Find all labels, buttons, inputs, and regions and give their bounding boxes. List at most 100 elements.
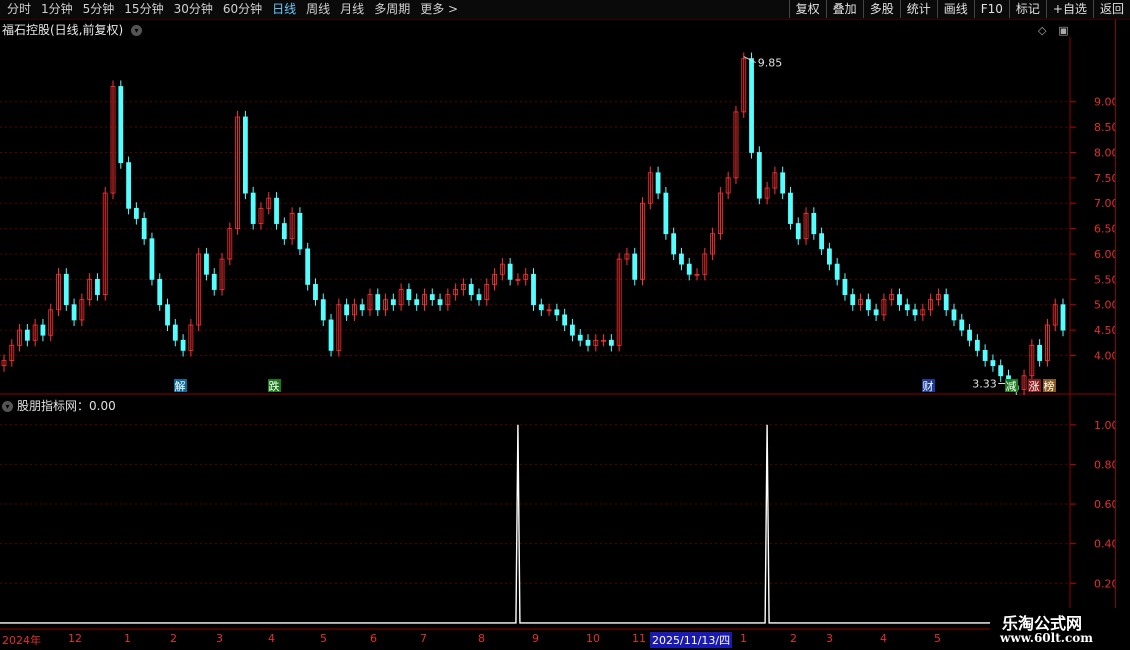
- action-button-4[interactable]: 画线: [936, 0, 974, 18]
- indicator-tick-label: 0.80: [1094, 458, 1115, 471]
- candle-body: [165, 304, 170, 326]
- candle-body: [585, 339, 591, 346]
- action-button-3[interactable]: 统计: [899, 0, 937, 18]
- low-label: 3.33: [972, 377, 997, 390]
- period-tab-2[interactable]: 5分钟: [78, 2, 120, 17]
- candle-body: [141, 218, 147, 240]
- candle-body: [172, 324, 178, 341]
- period-tab-9[interactable]: 多周期: [369, 2, 415, 17]
- action-buttons: 复权 叠加 多股 统计 画线 F10 标记 +自选 返回: [788, 0, 1130, 18]
- event-marker-5: 榜: [1044, 379, 1055, 393]
- price-tick-label: 4.00: [1094, 349, 1115, 362]
- candle-body: [24, 329, 30, 341]
- candle-body: [157, 278, 163, 306]
- candle-body: [242, 116, 248, 194]
- candle-body: [834, 263, 840, 280]
- indicator-tick-label: 0.40: [1094, 538, 1115, 551]
- event-marker-1: 跌: [269, 379, 280, 393]
- action-button-0[interactable]: 复权: [788, 0, 826, 18]
- period-tab-8[interactable]: 月线: [335, 2, 369, 17]
- x-axis-label: 9: [532, 632, 539, 645]
- period-tab-5[interactable]: 60分钟: [218, 2, 267, 17]
- candle-body: [320, 299, 326, 321]
- action-button-5[interactable]: F10: [973, 0, 1009, 18]
- candle-body: [1060, 304, 1066, 331]
- event-marker-2: 财: [923, 379, 934, 393]
- action-button-6[interactable]: 标记: [1008, 0, 1046, 18]
- period-tab-4[interactable]: 30分钟: [169, 2, 218, 17]
- candle-body: [305, 248, 311, 285]
- candle-body: [873, 309, 879, 316]
- candle-body: [406, 289, 412, 301]
- action-button-1[interactable]: 叠加: [825, 0, 863, 18]
- panel-icons: ◇ ▣: [1038, 23, 1077, 37]
- price-tick-label: 8.00: [1094, 146, 1115, 159]
- candle-body: [819, 233, 825, 250]
- price-tick-label: 9.00: [1094, 96, 1115, 109]
- candle-body: [211, 273, 217, 290]
- x-axis-label: 2: [790, 632, 797, 645]
- period-tab-1[interactable]: 1分钟: [36, 2, 78, 17]
- candle-body: [904, 304, 910, 311]
- candle-body: [749, 58, 754, 153]
- period-tab-0[interactable]: 分时: [2, 2, 36, 17]
- candle-body: [912, 309, 918, 316]
- price-tick-label: 4.50: [1094, 324, 1115, 337]
- period-tabs: 分时 1分钟 5分钟 15分钟 30分钟 60分钟 日线 周线 月线 多周期 更多 >: [2, 2, 463, 17]
- price-tick-label: 6.00: [1094, 248, 1115, 261]
- candle-body: [842, 278, 848, 295]
- watermark-url: www.60lt.com: [1000, 631, 1093, 645]
- price-tick-label: 6.50: [1094, 223, 1115, 236]
- candle-body: [663, 192, 669, 235]
- candle-body: [756, 152, 762, 199]
- candle-body: [959, 319, 965, 331]
- candle-body: [570, 324, 575, 336]
- x-axis-label: 7: [420, 632, 427, 645]
- candle-body: [655, 172, 661, 194]
- candle-body: [632, 253, 638, 280]
- x-axis-label: 3: [216, 632, 223, 645]
- period-tab-7[interactable]: 周线: [301, 2, 335, 17]
- candle-body: [149, 238, 155, 280]
- candle-body: [982, 350, 988, 361]
- event-marker-3: 减: [1006, 380, 1017, 393]
- candle-body: [811, 212, 817, 235]
- price-tick-label: 7.00: [1094, 197, 1115, 210]
- candle-body: [63, 273, 69, 306]
- x-axis-label: 4: [268, 632, 275, 645]
- diamond-icon[interactable]: ◇: [1038, 24, 1046, 37]
- candle-body: [686, 263, 692, 275]
- high-label: 9.85: [758, 57, 783, 70]
- candle-body: [990, 360, 996, 367]
- right-sidebar-edge: [1115, 19, 1130, 609]
- x-axis-label: 12: [68, 632, 82, 645]
- action-button-2[interactable]: 多股: [862, 0, 900, 18]
- candle-body: [375, 294, 381, 311]
- chevron-down-icon[interactable]: ▾: [131, 25, 143, 36]
- x-axis: 2024年 12 1 2 3 4 5 6 7 8 9 10 11 1 2 3 4 5 2025/11/13/四: [0, 630, 1070, 650]
- candle-body: [795, 223, 801, 240]
- candle-body: [297, 212, 303, 250]
- candle-body: [313, 284, 318, 301]
- candle-body: [671, 233, 677, 255]
- period-tab-10[interactable]: 更多 >: [415, 2, 463, 17]
- candle-body: [897, 294, 902, 306]
- candle-body: [344, 304, 350, 316]
- candle-body: [414, 299, 420, 306]
- x-axis-label: 11: [632, 632, 646, 645]
- action-button-7[interactable]: +自选: [1045, 0, 1093, 18]
- candle-body: [71, 304, 77, 321]
- event-marker-4: 涨: [1029, 380, 1040, 393]
- x-axis-label: 5: [934, 632, 941, 645]
- kline-chart[interactable]: 9.00 8.50 8.00 7.50 7.00 6.50 6.00 5.50 5.00 4.50…: [0, 37, 1115, 395]
- candle-body: [850, 294, 856, 306]
- candle-body: [359, 304, 365, 311]
- period-tab-3[interactable]: 15分钟: [119, 2, 168, 17]
- window-toggle-icon[interactable]: ▣: [1058, 24, 1068, 37]
- candle-body: [998, 365, 1004, 377]
- action-button-8[interactable]: 返回: [1092, 0, 1130, 18]
- candle-body: [788, 192, 793, 224]
- candle-body: [274, 197, 279, 224]
- period-tab-6[interactable]: 日线: [267, 2, 301, 17]
- indicator-chart[interactable]: 1.00 0.80 0.60 0.40 0.20: [0, 395, 1115, 630]
